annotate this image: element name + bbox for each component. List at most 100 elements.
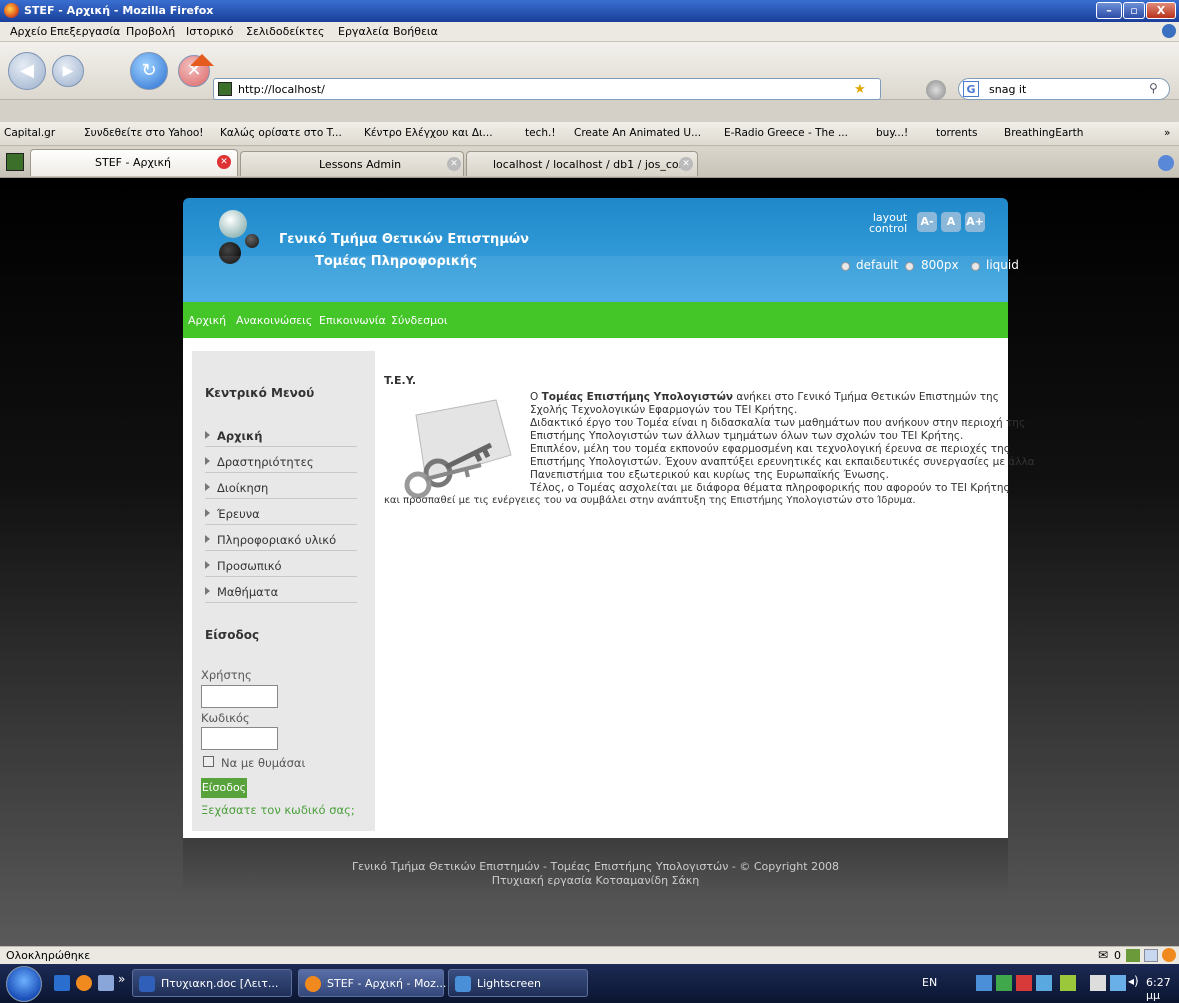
arrow-right-icon: [205, 509, 210, 517]
language-indicator[interactable]: EN: [922, 976, 937, 989]
clock[interactable]: 6:27 μμ: [1146, 976, 1179, 1002]
back-icon[interactable]: ◀: [8, 52, 46, 90]
bookmark-yahoo[interactable]: Συνδεθείτε στο Yahoo!: [84, 127, 204, 139]
search-box[interactable]: G snag it ⚲: [958, 78, 1170, 100]
menu-bookmarks[interactable]: Σελιδοδείκτες: [246, 25, 325, 38]
star-icon[interactable]: ★: [854, 82, 866, 97]
network-icon[interactable]: [1060, 975, 1076, 991]
tray-icon-2[interactable]: [996, 975, 1012, 991]
close-tab-icon[interactable]: ✕: [447, 157, 461, 171]
bookmark-capital[interactable]: Capital.gr: [4, 127, 55, 139]
menu-item-activities[interactable]: Δραστηριότητες: [205, 453, 357, 473]
login-submit-button[interactable]: Είσοδος: [201, 778, 247, 798]
bookmark-welcome[interactable]: Καλώς ορίσατε στο T...: [220, 127, 342, 139]
bookmarks-overflow-icon[interactable]: »: [1164, 127, 1170, 139]
menu-edit[interactable]: Επεξεργασία: [50, 25, 120, 38]
username-label: Χρήστης: [201, 668, 252, 682]
menu-tools[interactable]: Εργαλεία: [338, 25, 389, 38]
minimize-button[interactable]: –: [1096, 2, 1122, 19]
menu-view[interactable]: Προβολή: [126, 25, 175, 38]
forward-icon[interactable]: ▶: [52, 55, 84, 87]
tray-icon-3[interactable]: [1016, 975, 1032, 991]
home-icon[interactable]: [190, 54, 214, 66]
quicklaunch-icon[interactable]: [54, 975, 70, 991]
bookmark-torrents[interactable]: torrents: [936, 127, 977, 139]
tray-icon-4[interactable]: [1036, 975, 1052, 991]
window-title: STEF - Αρχική - Mozilla Firefox: [24, 4, 214, 17]
arrow-right-icon: [205, 587, 210, 595]
quicklaunch-firefox-icon[interactable]: [76, 975, 92, 991]
article-line-7: Πανεπιστήμια του εξωτερικού και κυρίως τ…: [530, 469, 889, 481]
menu-help[interactable]: Βοήθεια: [393, 25, 438, 38]
url-bar[interactable]: http://localhost/ ★: [213, 78, 881, 100]
password-input[interactable]: [201, 727, 278, 750]
bookmark-tech[interactable]: tech.!: [525, 127, 556, 139]
tab-stef[interactable]: STEF - Αρχική ✕: [30, 149, 238, 176]
width-800-radio[interactable]: [905, 262, 914, 271]
all-tabs-icon[interactable]: [1158, 155, 1174, 171]
nav-announcements[interactable]: Ανακοινώσεις: [236, 314, 312, 327]
close-tab-icon[interactable]: ✕: [679, 157, 693, 171]
font-increase-button[interactable]: A+: [965, 212, 985, 232]
width-800-label[interactable]: 800px: [921, 258, 959, 272]
site-favicon-icon: [218, 82, 232, 96]
identity-icon[interactable]: [926, 80, 946, 100]
menu-item-courses[interactable]: Μαθήματα: [205, 583, 357, 603]
addon-icon[interactable]: [1126, 949, 1140, 962]
menu-item-label: Διοίκηση: [217, 481, 269, 495]
menu-item-research[interactable]: Έρευνα: [205, 505, 357, 525]
start-button[interactable]: [6, 966, 42, 1002]
logo-orb-icon: [219, 210, 247, 238]
tab-label: STEF - Αρχική: [95, 156, 171, 169]
bookmark-create-animated[interactable]: Create An Animated U...: [574, 127, 701, 139]
search-icon[interactable]: ⚲: [1149, 81, 1158, 95]
username-input[interactable]: [201, 685, 278, 708]
windows-taskbar: » Πτυχιακη.doc [Λειτ... STEF - Αρχική - …: [0, 964, 1179, 1003]
display-icon[interactable]: [1110, 975, 1126, 991]
article-line-8: Τέλος, ο Τομέας ασχολείται με διάφορα θέ…: [530, 482, 1010, 494]
menu-item-label: Μαθήματα: [217, 585, 279, 599]
menu-file[interactable]: Αρχείο: [10, 25, 47, 38]
tab-phpmyadmin[interactable]: localhost / localhost / db1 / jos_co... …: [466, 151, 698, 176]
close-window-button[interactable]: X: [1146, 2, 1176, 19]
gp-icon[interactable]: [1144, 949, 1158, 962]
bookmark-eradio[interactable]: E-Radio Greece - The ...: [724, 127, 848, 139]
reload-icon[interactable]: ↻: [130, 52, 168, 90]
menu-history[interactable]: Ιστορικό: [186, 25, 234, 38]
firefox-status-icon[interactable]: [1162, 948, 1176, 962]
maximize-button[interactable]: ▫: [1123, 2, 1145, 19]
menu-item-staff[interactable]: Προσωπικό: [205, 557, 357, 577]
menu-item-label: Αρχική: [217, 429, 263, 443]
bookmark-buy[interactable]: buy...!: [876, 127, 908, 139]
forgot-password-link[interactable]: Ξεχάσατε τον κωδικό σας;: [201, 803, 355, 817]
bookmark-control-center[interactable]: Κέντρο Ελέγχου και Δι...: [364, 127, 493, 139]
battery-icon[interactable]: [1090, 975, 1106, 991]
nav-links[interactable]: Σύνδεσμοι: [391, 314, 448, 327]
taskbar-lightscreen[interactable]: Lightscreen: [448, 969, 588, 997]
mail-icon[interactable]: ✉: [1098, 948, 1108, 962]
width-default-radio[interactable]: [841, 262, 850, 271]
volume-icon[interactable]: ◂): [1128, 974, 1139, 988]
show-desktop-icon[interactable]: [98, 975, 114, 991]
menu-item-home[interactable]: Αρχική: [205, 427, 357, 447]
menu-item-information[interactable]: Πληροφοριακό υλικό: [205, 531, 357, 551]
google-icon[interactable]: G: [963, 81, 979, 97]
nav-home[interactable]: Αρχική: [188, 314, 226, 327]
nav-contact[interactable]: Επικοινωνία: [319, 314, 386, 327]
menu-item-administration[interactable]: Διοίκηση: [205, 479, 357, 499]
site-title: Γενικό Τμήμα Θετικών Επιστημών: [279, 232, 530, 247]
width-liquid-label[interactable]: liquid: [986, 258, 1019, 272]
font-decrease-button[interactable]: A-: [917, 212, 937, 232]
close-tab-icon[interactable]: ✕: [217, 155, 231, 169]
tab-lessons-admin[interactable]: Lessons Admin ✕: [240, 151, 464, 176]
bookmark-breathingearth[interactable]: BreathingEarth: [1004, 127, 1083, 139]
tray-icon-1[interactable]: [976, 975, 992, 991]
taskbar-word[interactable]: Πτυχιακη.doc [Λειτ...: [132, 969, 292, 997]
quicklaunch-overflow-icon[interactable]: »: [118, 972, 125, 986]
remember-me-checkbox[interactable]: [203, 756, 214, 767]
width-default-label[interactable]: default: [856, 258, 898, 272]
tab-list-icon[interactable]: [6, 153, 24, 171]
width-liquid-radio[interactable]: [971, 262, 980, 271]
taskbar-firefox[interactable]: STEF - Αρχική - Moz...: [298, 969, 446, 997]
font-reset-button[interactable]: A: [941, 212, 961, 232]
